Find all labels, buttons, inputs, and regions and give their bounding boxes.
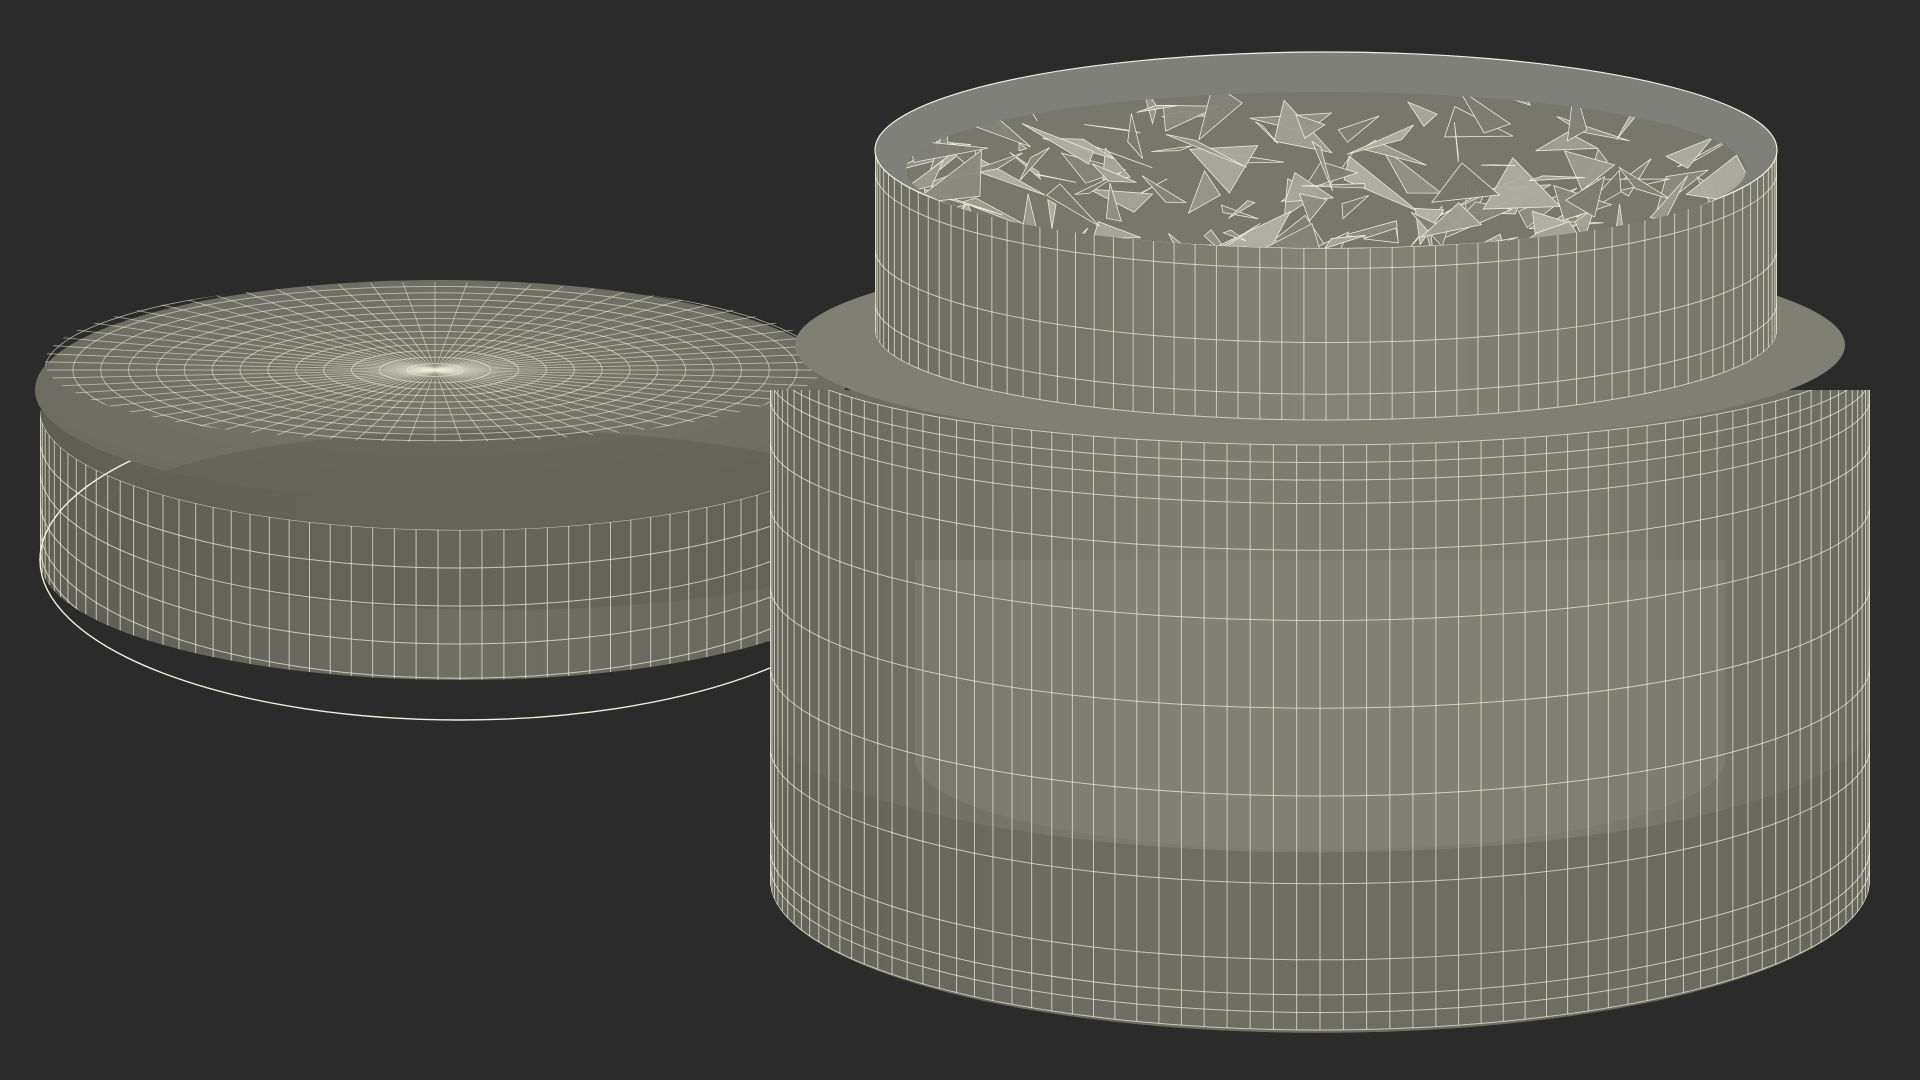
wireframe-scene — [0, 0, 1920, 1080]
jar-neck — [874, 51, 1778, 421]
render-viewport — [0, 0, 1920, 1080]
